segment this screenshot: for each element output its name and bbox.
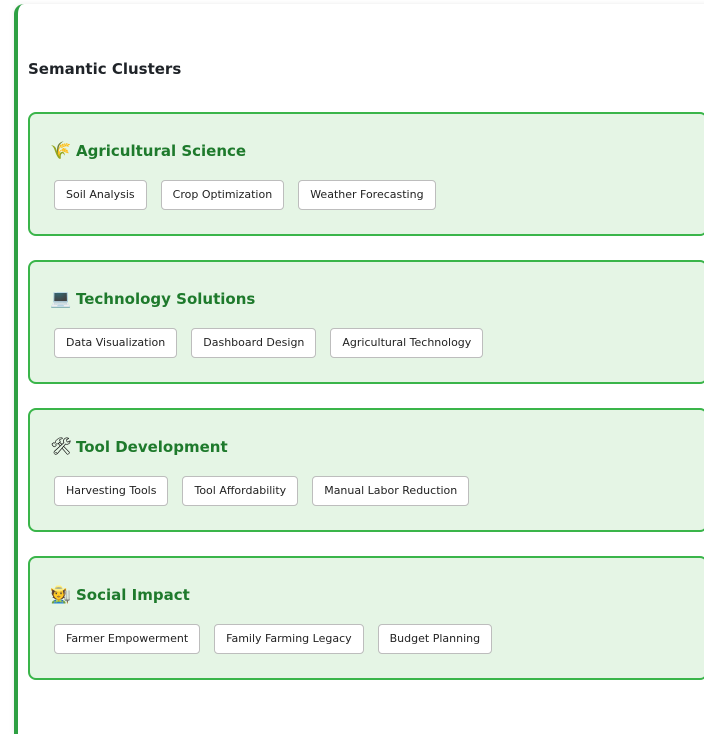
tag-chip[interactable]: Manual Labor Reduction: [312, 476, 470, 506]
tag-chip[interactable]: Soil Analysis: [54, 180, 147, 210]
tag-list: Harvesting Tools Tool Affordability Manu…: [54, 476, 470, 506]
cluster-title: Technology Solutions: [76, 290, 256, 308]
cluster-card-social-impact: 🧑‍🌾 Social Impact Farmer Empowerment Fam…: [28, 556, 704, 680]
tag-chip[interactable]: Tool Affordability: [182, 476, 299, 506]
tag-chip[interactable]: Weather Forecasting: [298, 180, 436, 210]
tag-chip[interactable]: Budget Planning: [377, 624, 493, 654]
tag-chip[interactable]: Harvesting Tools: [54, 476, 169, 506]
tag-chip[interactable]: Data Visualization: [54, 328, 178, 358]
cluster-title: Tool Development: [76, 438, 228, 456]
tag-list: Data Visualization Dashboard Design Agri…: [54, 328, 484, 358]
tag-chip[interactable]: Farmer Empowerment: [54, 624, 201, 654]
cluster-card-tool-development: 🛠 Tool Development Harvesting Tools Tool…: [28, 408, 704, 532]
cluster-card-technology-solutions: 💻 Technology Solutions Data Visualizatio…: [28, 260, 704, 384]
farmer-icon: 🧑‍🌾: [50, 584, 72, 605]
cluster-card-agricultural-science: 🌾 Agricultural Science Soil Analysis Cro…: [28, 112, 704, 236]
cluster-title: Social Impact: [76, 586, 190, 604]
laptop-icon: 💻: [50, 288, 72, 309]
cluster-header: 🧑‍🌾 Social Impact: [50, 582, 190, 608]
tag-chip[interactable]: Agricultural Technology: [330, 328, 484, 358]
tools-icon: 🛠: [50, 436, 72, 457]
tag-chip[interactable]: Family Farming Legacy: [214, 624, 364, 654]
tag-list: Farmer Empowerment Family Farming Legacy…: [54, 624, 493, 654]
cluster-header: 🛠 Tool Development: [50, 434, 228, 460]
tag-chip[interactable]: Crop Optimization: [160, 180, 285, 210]
cluster-header: 💻 Technology Solutions: [50, 286, 255, 312]
tag-chip[interactable]: Dashboard Design: [191, 328, 317, 358]
tag-list: Soil Analysis Crop Optimization Weather …: [54, 180, 436, 210]
cluster-title: Agricultural Science: [76, 142, 247, 160]
wheat-icon: 🌾: [50, 140, 72, 161]
section-title: Semantic Clusters: [28, 60, 182, 78]
cluster-header: 🌾 Agricultural Science: [50, 138, 246, 164]
